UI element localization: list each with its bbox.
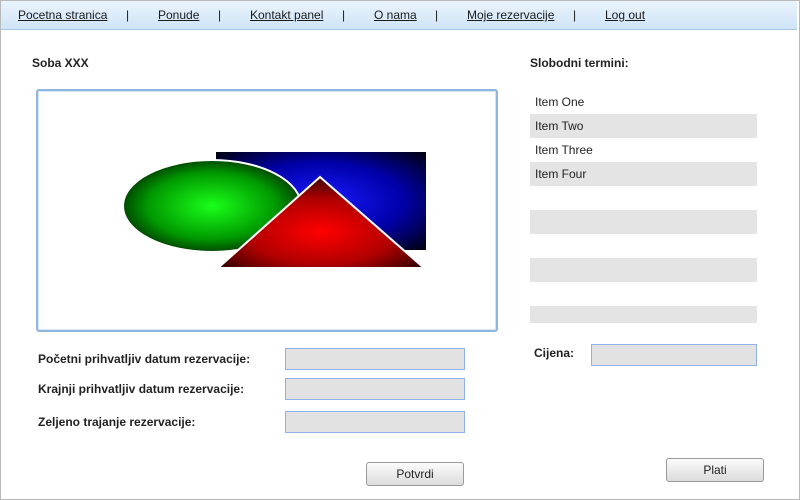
- list-item[interactable]: Item Three: [530, 138, 757, 162]
- room-image: [36, 89, 498, 332]
- nav-link-kontakt-panel[interactable]: Kontakt panel: [250, 8, 323, 22]
- pay-button[interactable]: Plati: [666, 458, 764, 482]
- top-nav: Pocetna stranica | Ponude | Kontakt pane…: [1, 1, 797, 30]
- nav-separator: |: [435, 8, 439, 22]
- list-item[interactable]: [530, 186, 757, 210]
- start-date-input[interactable]: [285, 348, 465, 370]
- nav-link-moje-rezervacije[interactable]: Moje rezervacije: [467, 8, 554, 22]
- list-item[interactable]: Item Two: [530, 114, 757, 138]
- list-item[interactable]: [530, 258, 757, 282]
- confirm-button[interactable]: Potvrdi: [366, 462, 464, 486]
- nav-separator: |: [573, 8, 577, 22]
- duration-label: Zeljeno trajanje rezervacije:: [38, 415, 196, 429]
- nav-link-o-nama[interactable]: O nama: [374, 8, 417, 22]
- slots-title: Slobodni termini:: [530, 56, 629, 70]
- duration-input[interactable]: [285, 411, 465, 433]
- start-date-label: Početni prihvatljiv datum rezervacije:: [38, 352, 251, 366]
- nav-link-log-out[interactable]: Log out: [605, 8, 645, 22]
- list-item[interactable]: Item One: [530, 90, 757, 114]
- list-item[interactable]: [530, 282, 757, 306]
- price-label: Cijena:: [534, 346, 575, 360]
- end-date-label: Krajnji prihvatljiv datum rezervacije:: [38, 382, 245, 396]
- end-date-input[interactable]: [285, 378, 465, 400]
- image-placeholder-icon: [122, 152, 427, 269]
- slots-list: Item One Item Two Item Three Item Four: [530, 90, 757, 323]
- nav-link-ponude[interactable]: Ponude: [158, 8, 199, 22]
- list-item[interactable]: [530, 234, 757, 258]
- nav-link-pocetna-stranica[interactable]: Pocetna stranica: [18, 8, 107, 22]
- price-field[interactable]: [591, 344, 757, 366]
- nav-separator: |: [126, 8, 130, 22]
- nav-separator: |: [218, 8, 222, 22]
- room-title: Soba XXX: [32, 56, 89, 70]
- nav-separator: |: [342, 8, 346, 22]
- list-item[interactable]: [530, 306, 757, 323]
- list-item[interactable]: Item Four: [530, 162, 757, 186]
- list-item[interactable]: [530, 210, 757, 234]
